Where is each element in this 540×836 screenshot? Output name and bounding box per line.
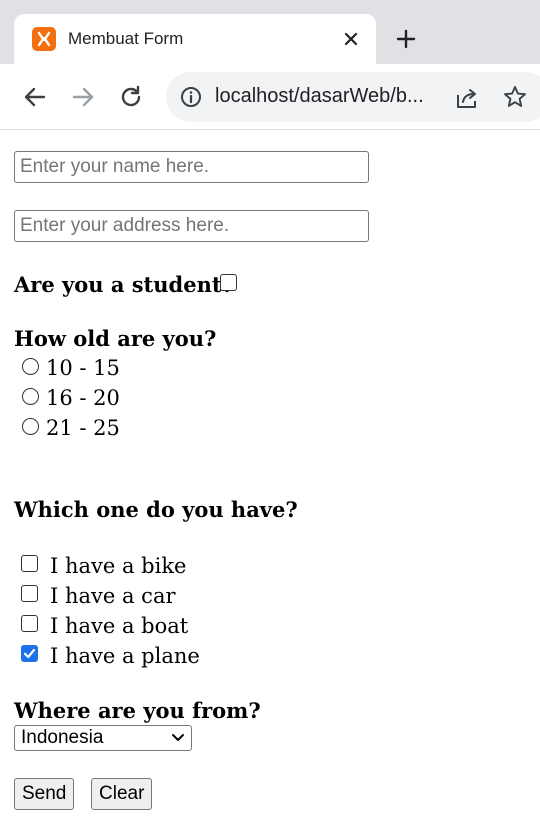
chevron-down-icon [172, 734, 184, 741]
browser-tab[interactable]: Membuat Form [14, 14, 376, 64]
have-label: Which one do you have? [14, 497, 298, 522]
age-option-label: 21 - 25 [46, 416, 120, 440]
age-radio-21-25[interactable] [22, 418, 39, 435]
age-option-label: 10 - 15 [46, 356, 120, 380]
browser-toolbar: localhost/dasarWeb/b... [0, 64, 540, 130]
name-input[interactable] [14, 151, 369, 183]
car-checkbox[interactable] [21, 585, 38, 602]
student-checkbox[interactable] [220, 274, 237, 291]
age-option-label: 16 - 20 [46, 386, 120, 410]
from-label: Where are you from? [14, 698, 261, 723]
address-input[interactable] [14, 210, 369, 242]
country-selected-value: Indonesia [21, 727, 104, 748]
address-bar[interactable]: localhost/dasarWeb/b... [166, 72, 540, 122]
boat-option-label: I have a boat [50, 614, 189, 638]
boat-checkbox[interactable] [21, 615, 38, 632]
browser-tabstrip: Membuat Form [0, 0, 540, 64]
site-info-icon[interactable] [180, 86, 202, 108]
plane-checkbox[interactable] [21, 645, 38, 662]
student-label: Are you a student? [14, 272, 234, 297]
close-icon[interactable] [342, 30, 360, 48]
url-text[interactable]: localhost/dasarWeb/b... [215, 85, 424, 108]
country-select[interactable]: Indonesia [14, 725, 192, 751]
bike-checkbox[interactable] [21, 555, 38, 572]
bookmark-star-icon[interactable] [502, 84, 528, 110]
tab-title: Membuat Form [68, 29, 184, 48]
xampp-favicon-icon [32, 27, 56, 51]
plane-option-label: I have a plane [50, 644, 200, 668]
share-icon[interactable] [454, 85, 480, 111]
car-option-label: I have a car [50, 584, 176, 608]
send-button[interactable]: Send [14, 778, 75, 810]
clear-button[interactable]: Clear [91, 778, 153, 810]
new-tab-plus-icon[interactable] [394, 27, 418, 51]
age-radio-16-20[interactable] [22, 388, 39, 405]
age-radio-10-15[interactable] [22, 358, 39, 375]
age-label: How old are you? [14, 326, 217, 351]
page-content: Are you a student? How old are you? 10 -… [0, 131, 540, 836]
back-arrow-icon[interactable] [22, 84, 48, 110]
checkmark-icon [23, 648, 36, 659]
forward-arrow-icon[interactable] [70, 84, 96, 110]
reload-icon[interactable] [118, 84, 144, 110]
bike-option-label: I have a bike [50, 554, 187, 578]
